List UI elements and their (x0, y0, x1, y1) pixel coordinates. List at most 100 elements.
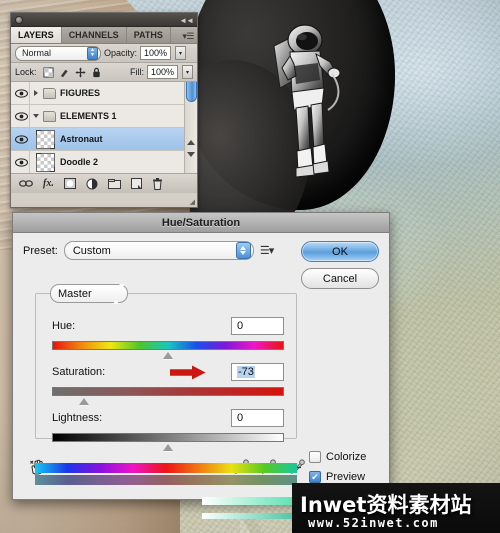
hue-spectrum (53, 342, 283, 349)
saturation-slider-track[interactable] (52, 387, 284, 405)
hue-row: Hue: 0 (52, 316, 284, 336)
preset-label: Preset: (23, 244, 58, 257)
table-row[interactable]: Doodle 2 (11, 151, 197, 173)
layers-scrollbar[interactable] (184, 82, 197, 173)
panel-resize-grip[interactable]: ◢ (190, 198, 195, 206)
saturation-label: Saturation: (52, 366, 106, 378)
group-disclosure-collapsed-icon[interactable] (30, 90, 41, 96)
table-row[interactable]: ELEMENTS 1 (11, 105, 197, 128)
scrollbar-thumb[interactable] (186, 82, 197, 102)
fill-label: Fill: (130, 67, 144, 77)
close-dot-icon[interactable] (15, 15, 23, 24)
visibility-eye-icon[interactable] (13, 105, 30, 127)
lock-all-icon[interactable] (91, 67, 102, 78)
screenshot-root: ◄◄ LAYERS CHANNELS PATHS ▾☰ Normal ▲ ▼ Op… (0, 0, 500, 533)
link-layers-icon[interactable] (19, 179, 33, 188)
saturation-slider-knob[interactable] (79, 398, 90, 405)
layer-group-folder-icon (43, 87, 56, 99)
visibility-eye-icon[interactable] (13, 128, 30, 150)
ok-button[interactable]: OK (301, 241, 379, 262)
channel-select[interactable]: Master (50, 283, 128, 304)
opacity-dropdown-icon[interactable]: ▾ (175, 46, 187, 60)
blend-mode-value: Normal (22, 48, 52, 58)
hue-saturation-dialog: Hue/Saturation Preset: Custom ☰▾ OK Canc… (12, 212, 390, 500)
fill-dropdown-icon[interactable]: ▾ (182, 65, 193, 79)
color-spectrum-bars (35, 463, 297, 485)
saturation-spectrum (53, 388, 283, 395)
new-layer-icon[interactable] (130, 178, 142, 189)
panel-titlebar[interactable]: ◄◄ (11, 13, 197, 27)
tab-paths[interactable]: PATHS (126, 27, 171, 43)
spectrum-bar-original (35, 463, 297, 473)
lightness-label: Lightness: (52, 412, 103, 424)
scroll-up-arrow-icon[interactable] (187, 140, 195, 145)
colorize-checkbox[interactable] (309, 451, 321, 463)
hue-slider-track[interactable] (52, 341, 284, 359)
preset-stepper-icon[interactable] (235, 242, 251, 259)
channel-stepper-icon[interactable] (113, 283, 125, 304)
panel-menu-icon[interactable]: ▾☰ (182, 31, 194, 42)
layers-panel-footer: fx. ◢ (11, 174, 197, 206)
lock-row: Lock: Fill: 100% ▾ (11, 63, 197, 82)
watermark-title: Inwet资料素材站 (300, 493, 472, 517)
saturation-slider-block: Saturation: -73 (52, 362, 284, 405)
colorize-label: Colorize (326, 451, 367, 463)
watermark: Inwet资料素材站 www.52inwet.com (202, 483, 500, 533)
saturation-row: Saturation: -73 (52, 362, 284, 382)
table-row[interactable]: FIGURES (11, 82, 197, 105)
visibility-eye-icon[interactable] (13, 151, 30, 173)
cancel-button[interactable]: Cancel (301, 268, 379, 289)
hue-value-field[interactable]: 0 (231, 317, 284, 335)
lock-position-icon[interactable] (74, 66, 86, 78)
preset-value: Custom (72, 244, 111, 257)
lightness-slider-track[interactable] (52, 433, 284, 451)
opacity-label: Opacity: (104, 48, 138, 58)
lock-image-icon[interactable] (59, 67, 70, 78)
tab-channels[interactable]: CHANNELS (61, 27, 127, 43)
blend-mode-select[interactable]: Normal ▲ ▼ (15, 45, 101, 61)
preset-select[interactable]: Custom (63, 241, 254, 260)
saturation-value-field[interactable]: -73 (231, 363, 284, 381)
layer-thumbnail[interactable] (36, 129, 55, 149)
hue-slider-knob[interactable] (163, 352, 173, 359)
table-row[interactable]: Astronaut (11, 128, 197, 151)
lightness-row: Lightness: 0 (52, 408, 284, 428)
collapse-arrows-icon[interactable]: ◄◄ (179, 16, 194, 25)
new-group-icon[interactable] (107, 178, 121, 189)
lock-transparency-icon[interactable] (42, 66, 54, 78)
watermark-url: www.52inwet.com (308, 516, 439, 530)
preview-checkbox[interactable] (309, 471, 321, 483)
layer-mask-icon[interactable] (63, 178, 76, 189)
channel-group-box: Master Hue: 0 Saturation: -73 Lightness:… (35, 283, 297, 451)
blend-mode-row: Normal ▲ ▼ Opacity: 100% ▾ (11, 44, 197, 63)
dialog-title: Hue/Saturation (13, 213, 389, 233)
preset-options-icon[interactable]: ☰▾ (260, 244, 274, 257)
preview-checkbox-row[interactable]: Preview (309, 471, 365, 483)
tab-layers[interactable]: LAYERS (11, 27, 62, 43)
saturation-value-text: -73 (237, 366, 255, 378)
opacity-value[interactable]: 100% (140, 46, 172, 60)
visibility-eye-icon[interactable] (13, 82, 30, 104)
delete-layer-icon[interactable] (152, 177, 163, 190)
lock-icon-group (42, 66, 102, 78)
group-disclosure-expanded-icon[interactable] (30, 114, 41, 118)
scroll-down-arrow-icon[interactable] (187, 152, 195, 157)
adjustment-layer-icon[interactable] (86, 178, 98, 190)
lightness-slider-block: Lightness: 0 (52, 408, 284, 451)
lightness-value-field[interactable]: 0 (231, 409, 284, 427)
red-arrow-annotation-icon (170, 365, 206, 380)
layer-name: Astronaut (60, 134, 103, 144)
layer-name: ELEMENTS 1 (60, 111, 117, 121)
layer-thumbnail[interactable] (36, 152, 55, 172)
layer-style-fx-icon[interactable]: fx. (43, 178, 54, 189)
colorize-checkbox-row[interactable]: Colorize (309, 451, 366, 463)
layer-group-folder-icon (43, 110, 56, 122)
layers-panel: ◄◄ LAYERS CHANNELS PATHS ▾☰ Normal ▲ ▼ Op… (10, 12, 198, 208)
watermark-strip-upper (202, 497, 298, 505)
spectrum-bar-adjusted (35, 475, 297, 485)
lightness-spectrum (53, 434, 283, 441)
hue-label: Hue: (52, 320, 76, 332)
hue-slider-block: Hue: 0 (52, 316, 284, 359)
blend-mode-stepper-icon[interactable]: ▲ ▼ (87, 46, 98, 60)
fill-value[interactable]: 100% (147, 65, 178, 79)
